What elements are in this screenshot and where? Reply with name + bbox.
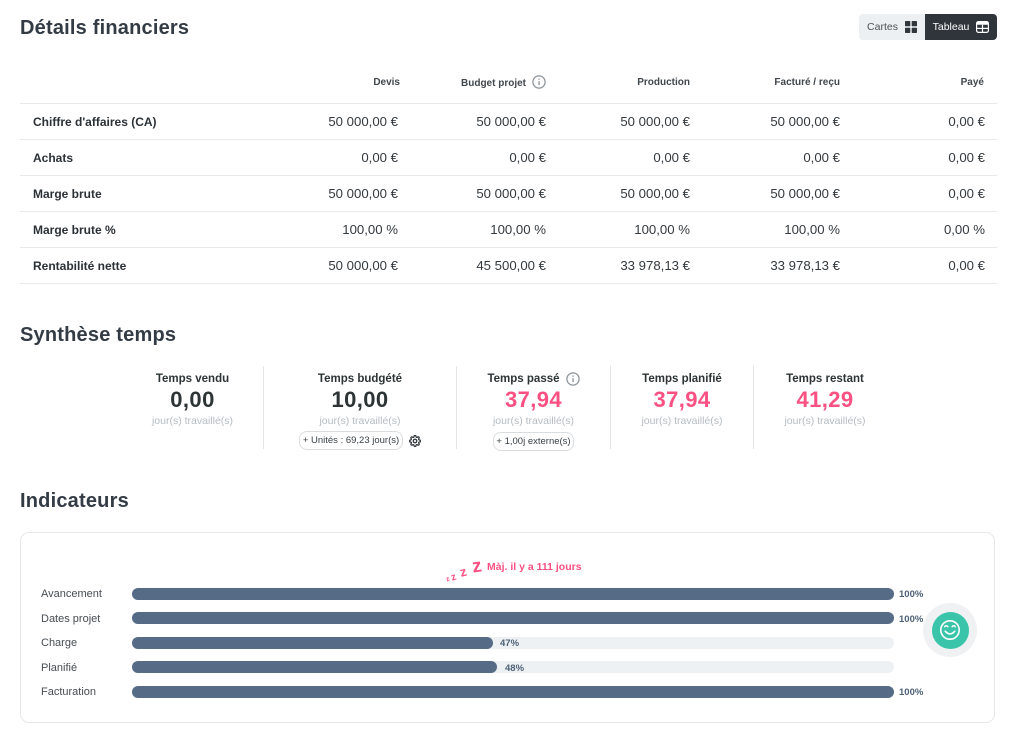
svg-text:z: z bbox=[450, 572, 458, 582]
svg-text:z: z bbox=[458, 564, 468, 580]
svg-text:z: z bbox=[471, 555, 483, 577]
